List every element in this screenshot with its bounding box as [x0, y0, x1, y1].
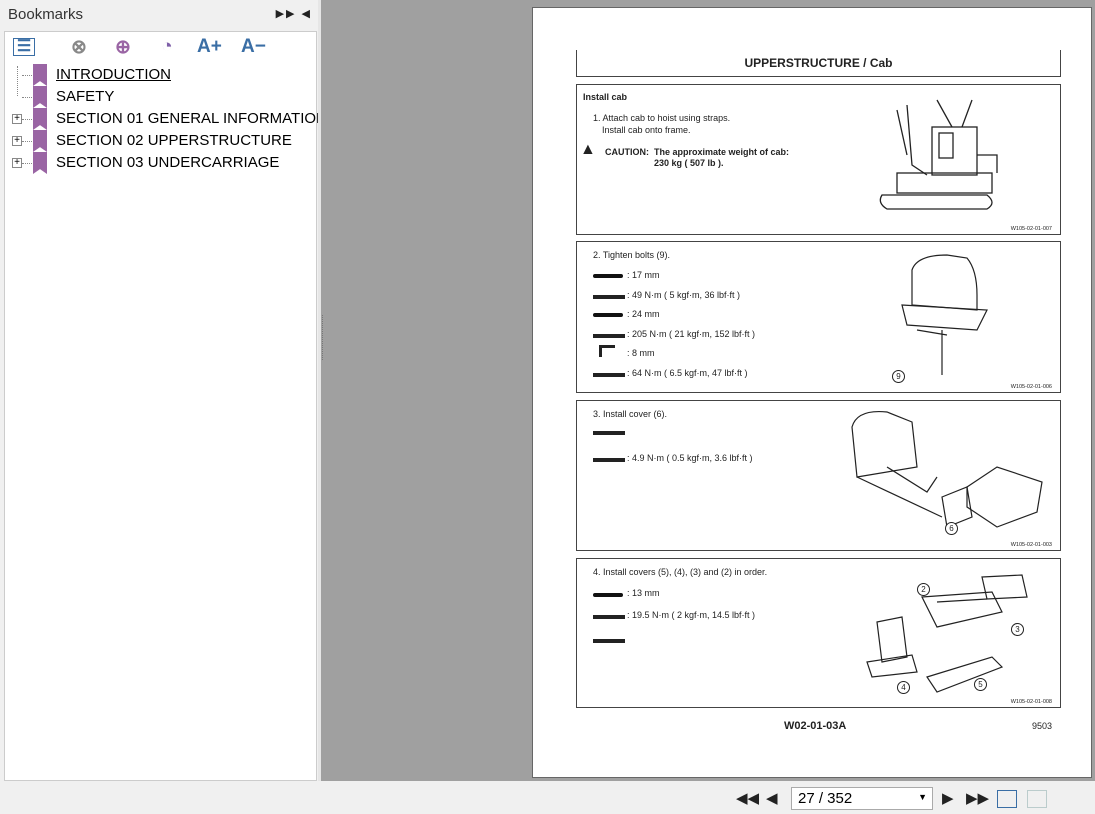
bookmark-section-02[interactable]: + SECTION 02 UPPERSTRUCTURE	[5, 130, 317, 152]
bookmarks-toolbar: ☰ ⊗ ⊕ ◔ A+ A−	[5, 32, 316, 62]
bookmark-icon	[33, 64, 47, 86]
step-text: 3. Install cover (6).	[593, 409, 668, 419]
torque-wrench-icon	[593, 295, 625, 299]
warning-icon: ▲	[580, 141, 596, 158]
bookmark-icon	[33, 86, 47, 108]
expand-icon[interactable]: +	[12, 114, 22, 124]
spec-text: : 205 N·m ( 21 kgf·m, 152 lbf·ft )	[627, 329, 756, 339]
wrench-icon	[593, 313, 623, 317]
caution-label: CAUTION:	[605, 147, 649, 157]
font-decrease-icon[interactable]: A−	[241, 36, 266, 58]
spec-text: : 8 mm	[627, 348, 655, 358]
spec-text: : 13 mm	[627, 588, 660, 598]
expand-all-icon[interactable]: ☰	[13, 38, 35, 56]
cab-bolts-illustration	[901, 254, 988, 375]
spec-text: : 19.5 N·m ( 2 kgf·m, 14.5 lbf·ft )	[627, 610, 756, 620]
add-bookmark-icon[interactable]: ⊕	[111, 36, 135, 58]
last-page-icon[interactable]: ▶▶	[966, 789, 989, 807]
section-install-covers: 4. Install covers (5), (4), (3) and (2) …	[576, 558, 1061, 708]
caution-text: The approximate weight of cab:	[654, 147, 790, 157]
section-tighten-bolts: 2. Tighten bolts (9). : 17 mm : 49 N·m (…	[576, 241, 1061, 393]
callout-number: 3	[1011, 623, 1024, 636]
bookmarks-title: Bookmarks	[8, 6, 84, 23]
torque-wrench-icon	[593, 615, 625, 619]
step-text: 4. Install covers (5), (4), (3) and (2) …	[593, 567, 768, 577]
callout-number: 4	[897, 681, 910, 694]
bookmark-icon	[33, 152, 47, 174]
step-text: 2. Tighten bolts (9).	[593, 250, 671, 260]
goto-bookmark-icon[interactable]: ◔	[155, 36, 179, 58]
next-page-icon[interactable]: ▶	[942, 789, 954, 807]
navigation-bar: ◀◀ ◀ 27 / 352 ▼ ▶ ▶▶	[0, 781, 1095, 814]
callout-number: 5	[974, 678, 987, 691]
section-install-cover: 3. Install cover (6). : 4.9 N·m ( 0.5 kg…	[576, 400, 1061, 551]
figure-caption: W105-02-01-007	[1010, 226, 1052, 232]
expand-icon[interactable]: +	[12, 136, 22, 146]
bookmark-icon	[33, 108, 47, 130]
page-indicator: 27 / 352	[798, 790, 853, 807]
previous-page-icon[interactable]: ◀	[766, 789, 778, 807]
callout-number: 9	[892, 370, 905, 383]
page-number: 9503	[1032, 721, 1053, 731]
callout-number: 6	[945, 522, 958, 535]
socket-icon	[593, 639, 625, 643]
spec-text: : 49 N·m ( 5 kgf·m, 36 lbf·ft )	[627, 290, 741, 300]
cover-illustration	[851, 410, 1043, 528]
bookmark-section-01[interactable]: + SECTION 01 GENERAL INFORMATION	[5, 108, 327, 130]
splitter-grip[interactable]	[322, 315, 325, 360]
section-heading: Install cab	[583, 92, 628, 102]
font-increase-icon[interactable]: A+	[197, 36, 222, 58]
pane-controls[interactable]: ▶▶ ◀	[276, 7, 312, 20]
first-page-icon[interactable]: ◀◀	[736, 789, 759, 807]
bookmarks-panel: ☰ ⊗ ⊕ ◔ A+ A− INTRODUCTION SAFETY + SECTI…	[4, 31, 327, 781]
hex-key-icon	[599, 345, 615, 357]
figure-caption: W105-02-01-003	[1010, 542, 1052, 548]
callout-number: 2	[917, 583, 930, 596]
section-install-cab: Install cab 1. Attach cab to hoist using…	[576, 84, 1061, 235]
bookmark-icon	[33, 130, 47, 152]
page-code: W02-01-03A	[784, 720, 847, 732]
chevron-down-icon: ▼	[918, 792, 927, 802]
next-view-icon[interactable]	[1027, 790, 1047, 808]
caution-text: 230 kg ( 507 lb ).	[654, 158, 724, 168]
wrench-icon	[593, 274, 623, 278]
page-title: UPPERSTRUCTURE / Cab	[576, 50, 1061, 77]
expand-icon[interactable]: +	[12, 158, 22, 168]
figure-caption: W105-02-01-006	[1010, 384, 1052, 390]
step-text: Install cab onto frame.	[602, 125, 691, 135]
figure-caption: W105-02-01-008	[1010, 699, 1052, 705]
bookmark-safety[interactable]: SAFETY	[5, 86, 317, 108]
bookmark-introduction[interactable]: INTRODUCTION	[5, 64, 317, 86]
bookmark-section-03[interactable]: + SECTION 03 UNDERCARRIAGE	[5, 152, 317, 174]
previous-view-icon[interactable]	[997, 790, 1017, 808]
spec-text: : 4.9 N·m ( 0.5 kgf·m, 3.6 lbf·ft )	[627, 453, 753, 463]
spec-text: : 24 mm	[627, 309, 660, 319]
pdf-page: UPPERSTRUCTURE / Cab Install cab 1. Atta…	[532, 7, 1092, 778]
torque-wrench-icon	[593, 458, 625, 462]
delete-bookmark-icon[interactable]: ⊗	[67, 36, 91, 58]
step-text: 1. Attach cab to hoist using straps.	[593, 113, 731, 123]
torque-wrench-icon	[593, 334, 625, 338]
spec-text: : 17 mm	[627, 270, 660, 280]
torque-wrench-icon	[593, 373, 625, 377]
page-selector[interactable]: 27 / 352 ▼	[791, 787, 933, 810]
socket-icon	[593, 431, 625, 435]
excavator-illustration	[879, 99, 998, 210]
wrench-icon	[593, 593, 623, 597]
spec-text: : 64 N·m ( 6.5 kgf·m, 47 lbf·ft )	[627, 368, 748, 378]
bookmarks-pane: Bookmarks ▶▶ ◀ ☰ ⊗ ⊕ ◔ A+ A− INTRODUCTIO…	[0, 0, 327, 782]
